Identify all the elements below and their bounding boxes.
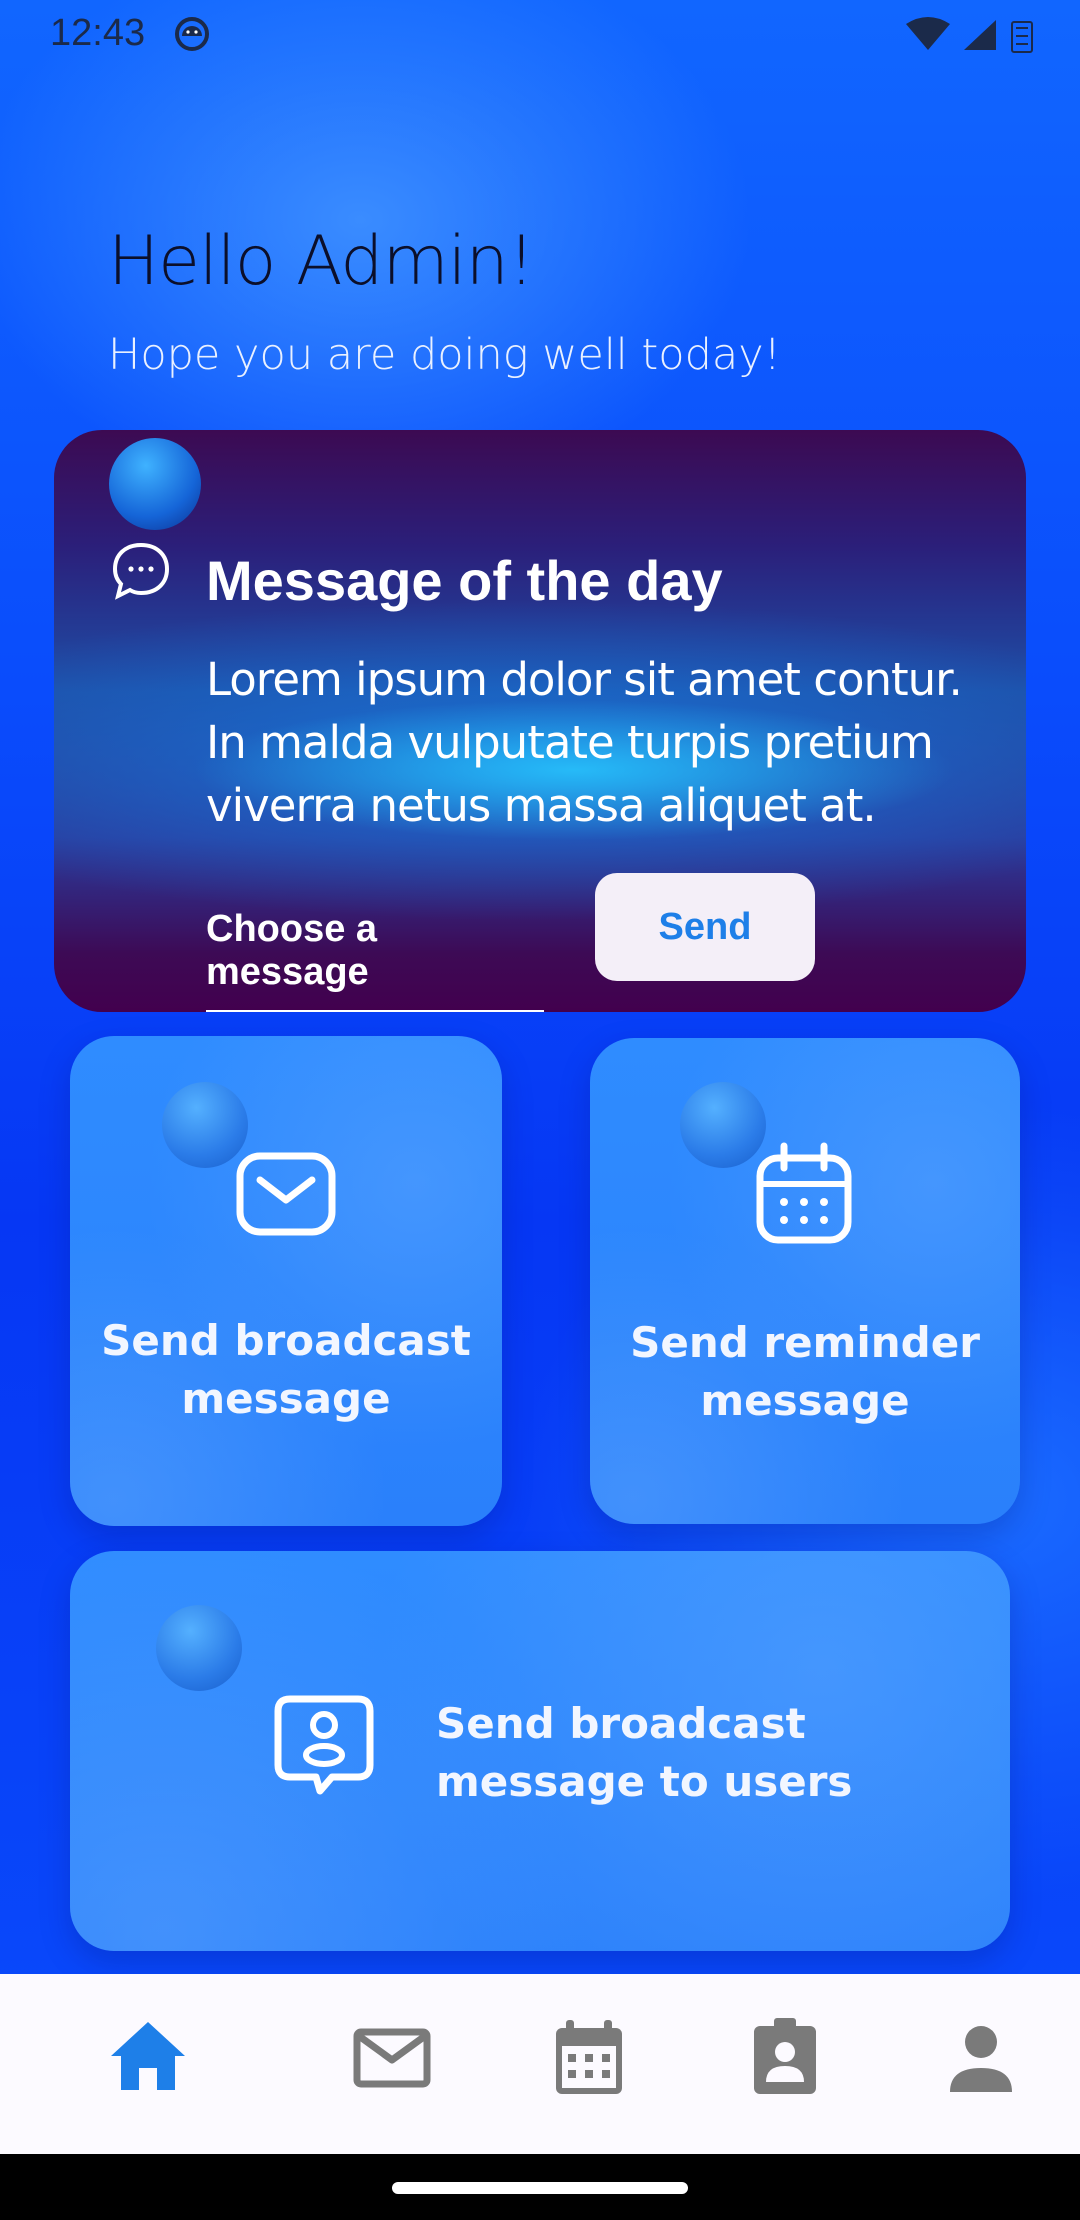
calendar-icon [756, 1142, 852, 1244]
tile-label-line2: message to users [436, 1757, 853, 1806]
send-broadcast-users-tile[interactable]: Send broadcast message to users [70, 1551, 1010, 1951]
home-screen: 12:43 Hello Admin! Hope you are doing we… [0, 0, 1080, 2220]
tile-label-line1: Send broadcast [101, 1316, 471, 1365]
tile-label-line2: message [700, 1376, 910, 1425]
user-badge-icon [274, 1695, 374, 1795]
system-status-icons [906, 17, 1033, 53]
person-icon[interactable] [936, 2012, 1026, 2102]
chat-bubble-icon [112, 542, 170, 600]
android-debug-icon [175, 17, 209, 51]
wifi-icon [906, 17, 950, 50]
envelope-icon [236, 1152, 336, 1236]
decorative-sphere [109, 438, 201, 530]
tile-label-line2: message [181, 1374, 391, 1423]
bottom-navigation [0, 1974, 1080, 2154]
greeting-title: Hello Admin! [108, 222, 535, 301]
status-time: 12:43 [50, 12, 146, 54]
tile-label: Send broadcast message to users [436, 1695, 852, 1811]
battery-icon [1011, 21, 1033, 53]
decorative-sphere [156, 1605, 242, 1691]
home-icon[interactable] [103, 2012, 193, 2102]
greeting-subtitle: Hope you are doing well today! [108, 330, 781, 380]
send-reminder-tile[interactable]: Send reminder message [590, 1038, 1020, 1524]
send-button[interactable]: Send [595, 873, 815, 981]
send-broadcast-tile[interactable]: Send broadcast message [70, 1036, 502, 1526]
mail-icon[interactable] [347, 2012, 437, 2102]
tile-label-line1: Send broadcast [436, 1699, 806, 1748]
motd-title: Message of the day [206, 549, 723, 612]
choose-message-dropdown[interactable]: Choose a message [206, 908, 544, 1012]
status-bar: 12:43 [0, 0, 1080, 70]
motd-body: Lorem ipsum dolor sit amet contur. In ma… [206, 653, 963, 832]
contact-icon[interactable] [740, 2012, 830, 2102]
gesture-navigation-bar [0, 2154, 1080, 2220]
message-of-the-day-card: Message of the day Lorem ipsum dolor sit… [54, 430, 1026, 1012]
home-gesture-handle[interactable] [392, 2182, 688, 2194]
signal-icon [964, 20, 996, 50]
calendar-icon[interactable] [544, 2012, 634, 2102]
tile-label-line1: Send reminder [630, 1318, 980, 1367]
